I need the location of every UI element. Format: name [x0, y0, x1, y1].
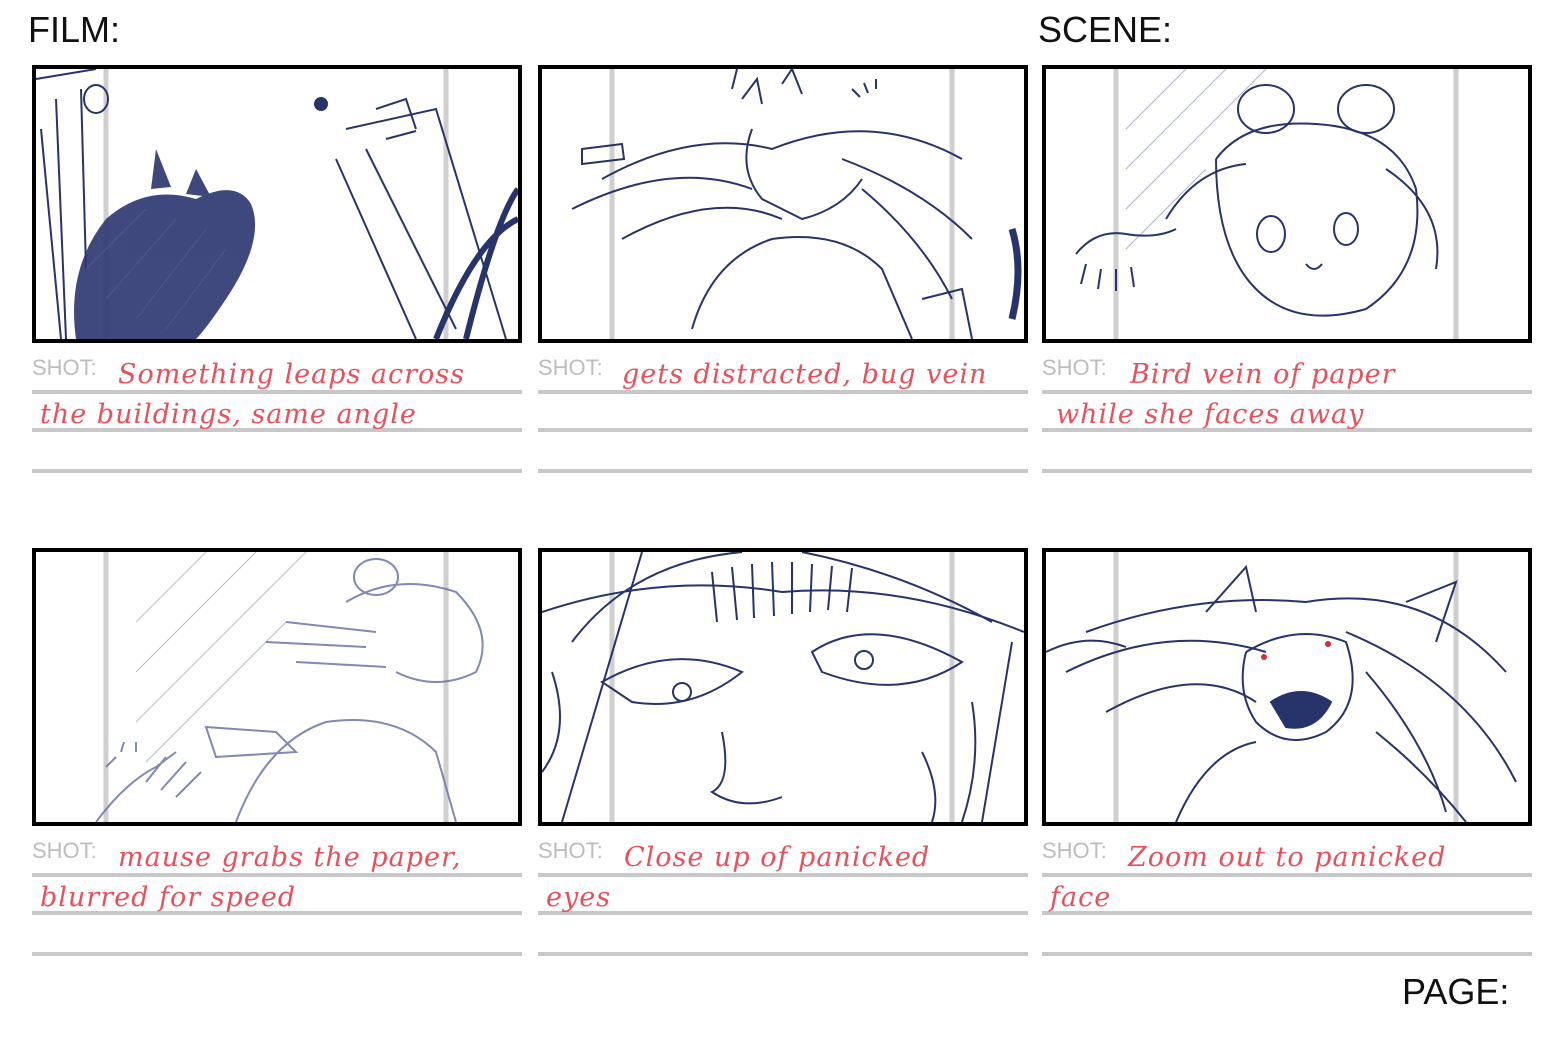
shot-note-line-1: Zoom out to panicked	[1128, 842, 1447, 873]
shot-label: SHOT:	[1042, 838, 1107, 863]
shot-note-line-1: Close up of panicked	[624, 842, 931, 873]
note-rule	[538, 390, 1028, 394]
sketch-mouse-grabs-paper	[95, 552, 484, 822]
shot-label: SHOT:	[538, 355, 603, 380]
sketch-frame-5	[538, 548, 1028, 826]
scene-label: SCENE:	[1038, 9, 1173, 50]
note-rule	[1042, 952, 1532, 956]
shot-label: SHOT:	[32, 838, 97, 863]
sketch-frame-4	[32, 548, 522, 826]
film-label: FILM:	[28, 9, 121, 50]
note-rule	[1042, 469, 1532, 473]
note-rule	[538, 952, 1028, 956]
sketch-mouse-peeking	[1075, 69, 1459, 339]
shot-label: SHOT:	[1042, 355, 1107, 380]
sketch-buildings-leap	[36, 69, 518, 339]
note-rule	[32, 952, 522, 956]
note-rule	[1042, 390, 1532, 394]
sketch-panicked-face	[1046, 552, 1517, 822]
sketch-frame-6	[1042, 548, 1532, 826]
note-rule	[1042, 911, 1532, 915]
shot-note-line-2: blurred for speed	[40, 882, 297, 913]
shot-label: SHOT:	[32, 355, 97, 380]
shot-note-line-2: face	[1050, 882, 1112, 913]
shot-note-line-1: Something leaps across	[118, 359, 465, 390]
note-rule	[32, 873, 522, 877]
shot-note-line-1: Bird vein of paper	[1130, 359, 1396, 390]
note-rule	[538, 873, 1028, 877]
page-label: PAGE:	[1402, 971, 1510, 1012]
sketch-frame-1	[32, 65, 522, 343]
shot-note-line-2: while she faces away	[1056, 399, 1365, 430]
note-rule	[538, 428, 1028, 432]
sketch-frame-3	[1042, 65, 1532, 343]
shot-note-line-1: mause grabs the paper,	[118, 842, 462, 873]
sketch-frame-2	[538, 65, 1028, 343]
shot-note-line-1: gets distracted, bug vein	[622, 359, 988, 390]
shot-note-line-2: the buildings, same angle	[40, 399, 417, 430]
note-rule	[32, 390, 522, 394]
note-rule	[538, 911, 1028, 915]
note-rule	[32, 469, 522, 473]
sketch-panicked-eyes	[542, 552, 1024, 822]
sketch-distracted-girl	[571, 69, 1022, 339]
note-rule	[1042, 873, 1532, 877]
shot-note-line-2: eyes	[546, 882, 612, 913]
note-rule	[538, 469, 1028, 473]
shot-label: SHOT:	[538, 838, 603, 863]
